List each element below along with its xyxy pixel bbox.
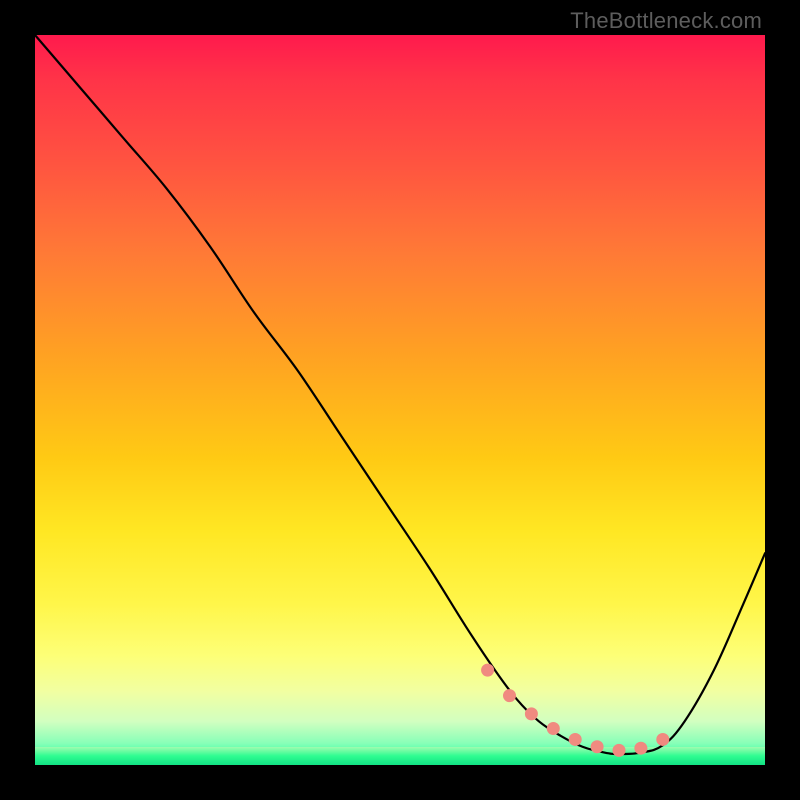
bottleneck-curve: [35, 35, 765, 754]
chart-frame: [35, 35, 765, 765]
plot-area: [35, 35, 765, 765]
marker-dot: [634, 742, 647, 755]
marker-dot: [591, 740, 604, 753]
marker-dot: [569, 733, 582, 746]
marker-dot: [481, 664, 494, 677]
marker-dot: [525, 707, 538, 720]
marker-dot: [656, 733, 669, 746]
chart-svg: [35, 35, 765, 765]
marker-dot: [547, 722, 560, 735]
marker-dot: [503, 689, 516, 702]
marker-dot: [613, 744, 626, 757]
curve-markers: [481, 664, 669, 757]
attribution-text: TheBottleneck.com: [570, 8, 762, 34]
